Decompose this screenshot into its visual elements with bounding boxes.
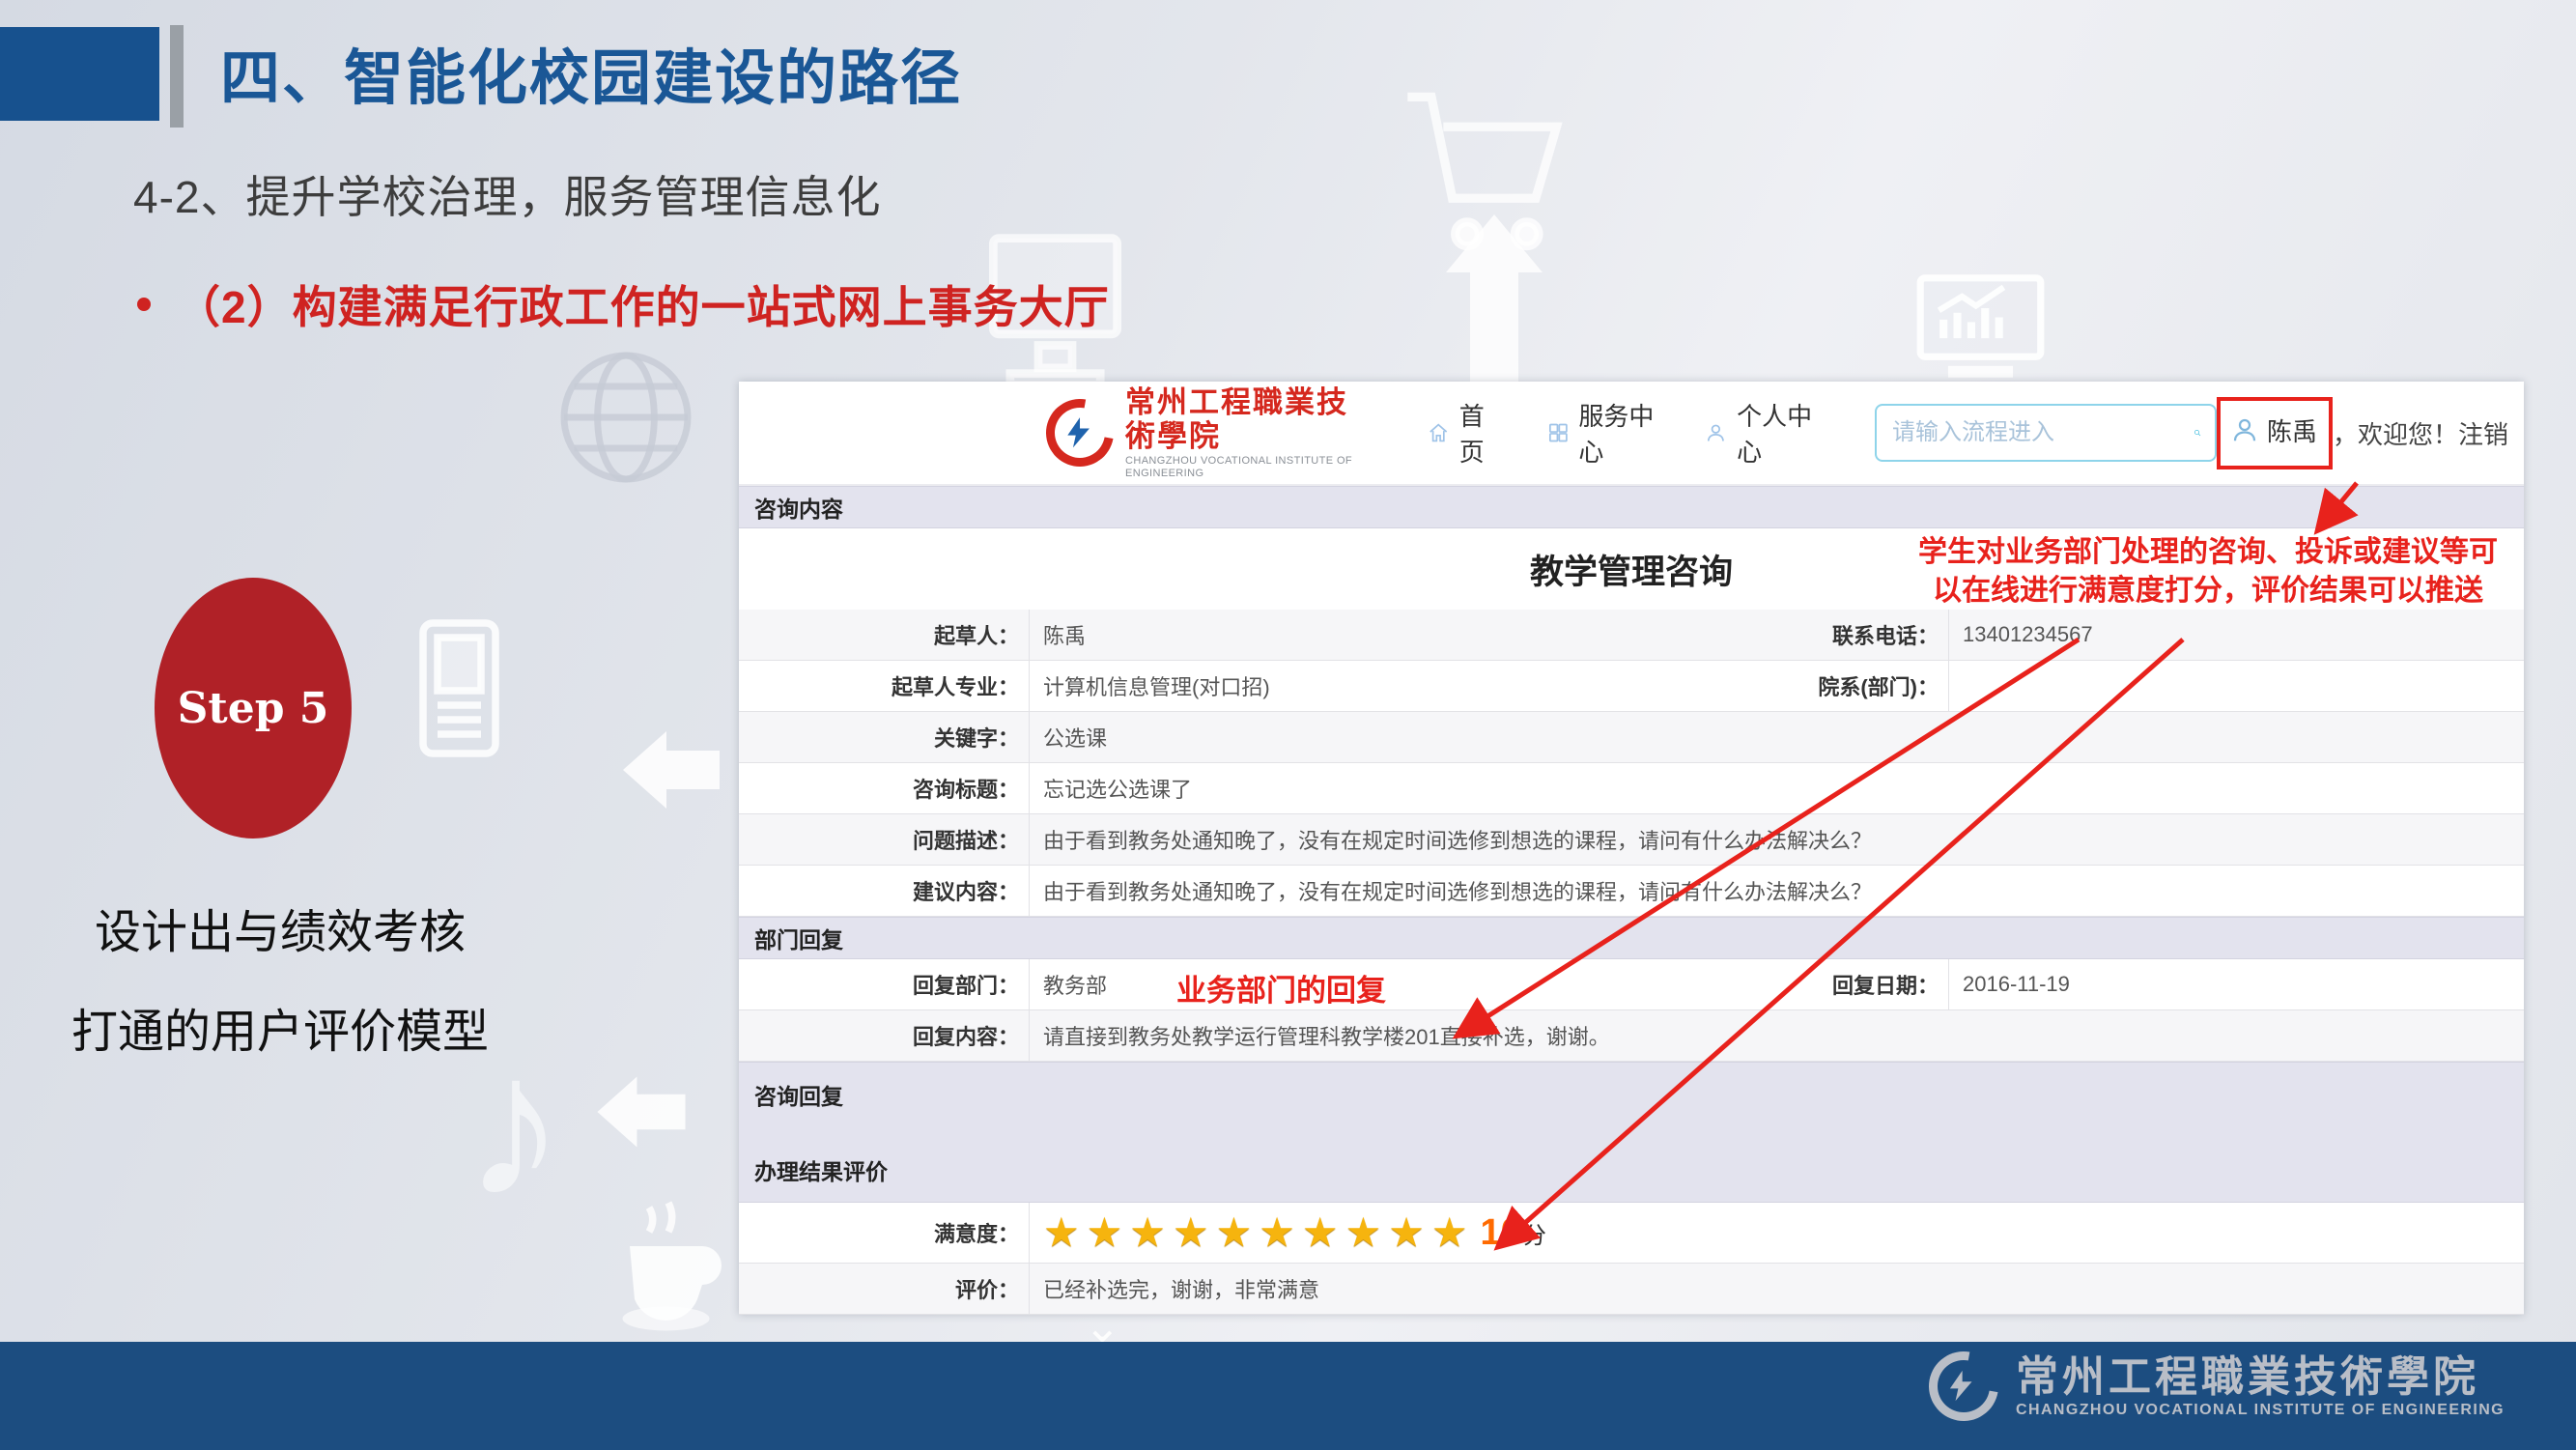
field-value: 请直接到教务处教学运行管理科教学楼201直接补选，谢谢。 bbox=[1029, 1010, 2524, 1061]
nav-item-label: 服务中心 bbox=[1578, 397, 1655, 469]
nav-item-home[interactable]: 首页 bbox=[1428, 397, 1496, 469]
page-subtitle: 4-2、提升学校治理，服务管理信息化 bbox=[133, 162, 881, 226]
annotation-callout-line1: 学生对业务部门处理的咨询、投诉或建议等可 bbox=[1885, 533, 2531, 572]
portal-logo-cn: 常州工程職業技術學院 bbox=[1125, 386, 1373, 455]
field-label: 起草人专业： bbox=[739, 661, 1029, 711]
field-value: 已经补选完，谢谢，非常满意 bbox=[1029, 1264, 2524, 1314]
logout-link[interactable]: 注销 bbox=[2458, 415, 2508, 451]
field-label: 回复日期： bbox=[1695, 959, 1948, 1009]
satisfaction-score: 10 bbox=[1481, 1214, 1521, 1251]
table-row: 关键字： 公选课 bbox=[739, 712, 2524, 763]
portal-screenshot: 常州工程職業技術學院 CHANGZHOU VOCATIONAL INSTITUT… bbox=[739, 382, 2524, 1315]
satisfaction-unit: 分 bbox=[1523, 1216, 1546, 1250]
step-badge: Step 5 bbox=[155, 578, 352, 839]
annotation-reply-note: 业务部门的回复 bbox=[1176, 966, 1386, 1009]
footer-logo-en: CHANGZHOU VOCATIONAL INSTITUTE OF ENGINE… bbox=[2016, 1402, 2505, 1419]
satisfaction-row: 满意度： ★★★★★★★★★★ 10 分 bbox=[739, 1203, 2524, 1264]
field-value: 13401234567 bbox=[1948, 610, 2524, 660]
table-row: 评价： 已经补选完，谢谢，非常满意 bbox=[739, 1264, 2524, 1315]
step-badge-label: Step 5 bbox=[178, 684, 329, 733]
section-consult-content: 咨询内容 bbox=[739, 486, 2524, 528]
portal-nav: 首页 服务中心 个人中心 bbox=[1428, 397, 1813, 469]
search-input[interactable] bbox=[1890, 418, 2194, 447]
globe-watermark bbox=[549, 340, 703, 495]
field-label: 联系电话： bbox=[1695, 610, 1948, 660]
table-row: 咨询标题： 忘记选公选课了 bbox=[739, 763, 2524, 814]
footer-logo: 常州工程職業技術學院 CHANGZHOU VOCATIONAL INSTITUT… bbox=[1929, 1351, 2505, 1421]
user-avatar-icon bbox=[2230, 415, 2259, 444]
portal-logo: 常州工程職業技術學院 CHANGZHOU VOCATIONAL INSTITUT… bbox=[1046, 386, 1373, 480]
nav-item-personal-center[interactable]: 个人中心 bbox=[1705, 397, 1813, 469]
field-value bbox=[1948, 661, 2524, 711]
footer-logo-cn: 常州工程職業技術學院 bbox=[2016, 1353, 2505, 1401]
portal-logo-en: CHANGZHOU VOCATIONAL INSTITUTE OF ENGINE… bbox=[1125, 455, 1373, 479]
search-box[interactable] bbox=[1875, 404, 2217, 462]
annotation-callout: 学生对业务部门处理的咨询、投诉或建议等可 以在线进行满意度打分，评价结果可以推送 bbox=[1885, 533, 2531, 610]
arrow-up-watermark bbox=[1446, 214, 1543, 384]
welcome-text: ，欢迎您！ bbox=[2333, 415, 2458, 451]
field-label: 评价： bbox=[739, 1264, 1029, 1314]
person-icon bbox=[1705, 418, 1727, 447]
step-caption-line1: 设计出与绩效考核 bbox=[48, 894, 512, 961]
table-row: 起草人： 陈禹 联系电话： 13401234567 bbox=[739, 610, 2524, 661]
bullet-dot-icon bbox=[137, 298, 151, 311]
annotation-callout-line2: 以在线进行满意度打分，评价结果可以推送 bbox=[1885, 572, 2531, 611]
cart-watermark bbox=[1396, 77, 1574, 266]
step-caption-line2: 打通的用户评价模型 bbox=[29, 993, 531, 1061]
field-value: 忘记选公选课了 bbox=[1029, 763, 2524, 813]
footer-school-logo-icon bbox=[1915, 1338, 2012, 1435]
field-label: 咨询标题： bbox=[739, 763, 1029, 813]
nav-item-label: 首页 bbox=[1459, 397, 1497, 469]
star-rating[interactable]: ★★★★★★★★★★ bbox=[1043, 1212, 1475, 1253]
user-name: 陈禹 bbox=[2267, 412, 2317, 448]
nav-item-service-center[interactable]: 服务中心 bbox=[1547, 397, 1656, 469]
left-arrow-watermark bbox=[623, 726, 720, 813]
school-logo-icon bbox=[1033, 385, 1126, 479]
field-label: 回复内容： bbox=[739, 1010, 1029, 1061]
field-label: 回复部门： bbox=[739, 959, 1029, 1009]
monitor-chart-watermark bbox=[1911, 273, 2051, 384]
slide-footer: 常州工程職業技術學院 CHANGZHOU VOCATIONAL INSTITUT… bbox=[0, 1342, 2576, 1450]
section-department-reply: 部门回复 bbox=[739, 917, 2524, 959]
field-value: 由于看到教务处通知晚了，没有在规定时间选修到想选的课程，请问有什么办法解决么？ bbox=[1029, 866, 2524, 916]
field-value: 陈禹 bbox=[1029, 610, 1695, 660]
table-row: 建议内容： 由于看到教务处通知晚了，没有在规定时间选修到想选的课程，请问有什么办… bbox=[739, 866, 2524, 917]
nav-item-label: 个人中心 bbox=[1737, 397, 1813, 469]
portal-header: 常州工程職業技術學院 CHANGZHOU VOCATIONAL INSTITUT… bbox=[739, 382, 2524, 486]
title-accent-bar bbox=[170, 25, 184, 128]
phone-watermark bbox=[413, 618, 505, 758]
field-value: 公选课 bbox=[1029, 712, 2524, 762]
user-area: 陈禹 ，欢迎您！ 注销 bbox=[2217, 397, 2508, 469]
section-consult-reply-eval: 咨询回复 办理结果评价 bbox=[739, 1062, 2524, 1203]
field-label: 满意度： bbox=[739, 1203, 1029, 1263]
field-label: 问题描述： bbox=[739, 814, 1029, 865]
grid-icon bbox=[1547, 418, 1570, 447]
field-label: 院系(部门)： bbox=[1695, 661, 1948, 711]
field-label: 关键字： bbox=[739, 712, 1029, 762]
slide: ♪ 四、智能化校园建设的路径 4-2、提升学校治理，服务管理信息化 （2）构建满… bbox=[0, 0, 2576, 1450]
satisfaction-value: ★★★★★★★★★★ 10 分 bbox=[1029, 1203, 2524, 1263]
page-title: 四、智能化校园建设的路径 bbox=[220, 29, 962, 116]
table-row: 回复部门： 教务部 回复日期： 2016-11-19 bbox=[739, 959, 2524, 1010]
bullet-text: （2）构建满足行政工作的一站式网上事务大厅 bbox=[176, 272, 1110, 336]
field-value: 计算机信息管理(对口招) bbox=[1029, 661, 1695, 711]
section-consult-reply: 咨询回复 bbox=[754, 1078, 843, 1111]
table-row: 问题描述： 由于看到教务处通知晚了，没有在规定时间选修到想选的课程，请问有什么办… bbox=[739, 814, 2524, 866]
search-icon[interactable] bbox=[2194, 417, 2201, 448]
field-label: 建议内容： bbox=[739, 866, 1029, 916]
field-value: 由于看到教务处通知晚了，没有在规定时间选修到想选的课程，请问有什么办法解决么？ bbox=[1029, 814, 2524, 865]
left-arrow-watermark bbox=[597, 1072, 686, 1151]
bullet-line: （2）构建满足行政工作的一站式网上事务大厅 bbox=[137, 272, 1110, 336]
home-icon bbox=[1428, 418, 1449, 447]
field-label: 起草人： bbox=[739, 610, 1029, 660]
field-value: 2016-11-19 bbox=[1948, 959, 2524, 1009]
coffee-watermark bbox=[610, 1198, 736, 1338]
title-accent-square bbox=[0, 27, 159, 121]
table-row: 起草人专业： 计算机信息管理(对口招) 院系(部门)： bbox=[739, 661, 2524, 712]
user-highlight-box[interactable]: 陈禹 bbox=[2217, 397, 2333, 469]
table-row: 回复内容： 请直接到教务处教学运行管理科教学楼201直接补选，谢谢。 bbox=[739, 1010, 2524, 1062]
section-result-eval: 办理结果评价 bbox=[754, 1153, 888, 1186]
